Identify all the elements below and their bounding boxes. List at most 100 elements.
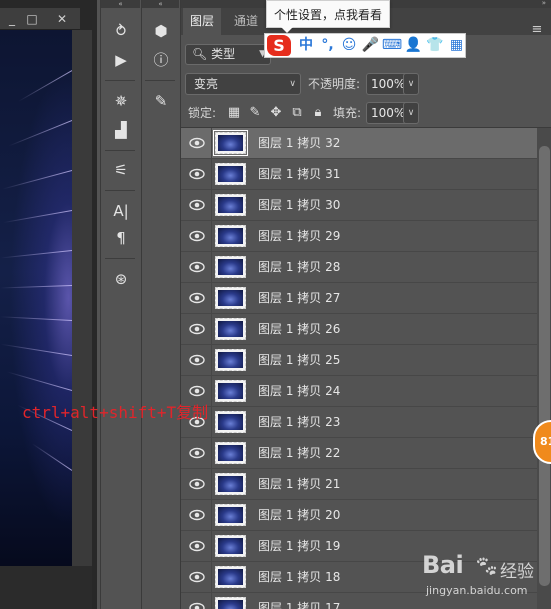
- eye-icon[interactable]: [189, 601, 205, 609]
- fill-dropdown-button[interactable]: ∨: [403, 102, 419, 124]
- eye-icon[interactable]: [189, 136, 205, 150]
- character-icon[interactable]: A|: [105, 198, 137, 224]
- maximize-button[interactable]: □: [24, 11, 40, 27]
- collapse-icon[interactable]: «: [142, 0, 179, 8]
- close-button[interactable]: ✕: [54, 11, 70, 27]
- layer-name[interactable]: 图层 1 拷贝 24: [258, 376, 340, 407]
- layer-filter-select[interactable]: 🔍︎ 类型 ▼: [185, 44, 271, 65]
- layer-name[interactable]: 图层 1 拷贝 29: [258, 221, 340, 252]
- layer-name[interactable]: 图层 1 拷贝 27: [258, 283, 340, 314]
- layer-row[interactable]: 图层 1 拷贝 21: [181, 469, 537, 500]
- layer-list-scrollbar[interactable]: [537, 128, 551, 609]
- toolbox-icon[interactable]: ▦: [446, 34, 468, 57]
- skin-icon[interactable]: 👕: [424, 34, 446, 57]
- eye-icon[interactable]: [189, 260, 205, 274]
- layer-thumbnail[interactable]: [215, 442, 246, 464]
- eye-icon[interactable]: [189, 167, 205, 181]
- layer-row[interactable]: 图层 1 拷贝 32: [181, 128, 537, 159]
- layer-thumbnail[interactable]: [215, 504, 246, 526]
- play-actions-icon[interactable]: ▶: [105, 47, 137, 73]
- layer-thumbnail[interactable]: [215, 349, 246, 371]
- lock-artboard-icon[interactable]: ⧉: [288, 104, 306, 122]
- eye-icon[interactable]: [189, 446, 205, 460]
- tab-layers[interactable]: 图层: [183, 8, 222, 35]
- info-icon[interactable]: ⓘ: [145, 47, 177, 73]
- collapse-icon[interactable]: «: [101, 0, 140, 8]
- layer-thumbnail[interactable]: [215, 163, 246, 185]
- eye-icon[interactable]: [189, 384, 205, 398]
- lock-image-pixels-icon[interactable]: ✎: [246, 104, 264, 122]
- layer-name[interactable]: 图层 1 拷贝 30: [258, 190, 340, 221]
- layer-thumbnail[interactable]: [215, 473, 246, 495]
- layer-thumbnail[interactable]: [215, 566, 246, 588]
- eye-icon[interactable]: [189, 570, 205, 584]
- layer-name[interactable]: 图层 1 拷贝 21: [258, 469, 340, 500]
- layer-name[interactable]: 图层 1 拷贝 17: [258, 593, 340, 609]
- layer-thumbnail[interactable]: [215, 256, 246, 278]
- brush-presets-icon[interactable]: ⊛: [105, 266, 137, 292]
- layer-thumbnail[interactable]: [215, 380, 246, 402]
- history-icon[interactable]: ⥁: [105, 18, 137, 44]
- layer-row[interactable]: 图层 1 拷贝 27: [181, 283, 537, 314]
- layer-name[interactable]: 图层 1 拷贝 20: [258, 500, 340, 531]
- sogou-logo-icon[interactable]: S: [267, 35, 291, 56]
- opacity-dropdown-button[interactable]: ∨: [403, 73, 419, 95]
- eye-icon[interactable]: [189, 508, 205, 522]
- layer-thumbnail[interactable]: [215, 535, 246, 557]
- layer-name[interactable]: 图层 1 拷贝 19: [258, 531, 340, 562]
- paragraph-icon[interactable]: ¶: [105, 225, 137, 251]
- eye-icon[interactable]: [189, 198, 205, 212]
- layer-thumbnail[interactable]: [215, 411, 246, 433]
- scrollbar-thumb[interactable]: [539, 146, 550, 586]
- layer-name[interactable]: 图层 1 拷贝 22: [258, 438, 340, 469]
- tab-channels[interactable]: 通道: [227, 8, 265, 35]
- layer-thumbnail[interactable]: [215, 194, 246, 216]
- layer-name[interactable]: 图层 1 拷贝 28: [258, 252, 340, 283]
- layer-row[interactable]: 图层 1 拷贝 31: [181, 159, 537, 190]
- layer-row[interactable]: 图层 1 拷贝 22: [181, 438, 537, 469]
- keyboard-icon[interactable]: ⌨: [381, 34, 403, 57]
- lock-position-icon[interactable]: ✥: [267, 104, 285, 122]
- blend-mode-select[interactable]: 变亮 ∨: [185, 73, 301, 95]
- lock-transparent-pixels-icon[interactable]: ▦: [225, 104, 243, 122]
- eye-icon[interactable]: [189, 539, 205, 553]
- brush-settings-icon[interactable]: ✎: [145, 88, 177, 114]
- layer-name[interactable]: 图层 1 拷贝 32: [258, 128, 340, 159]
- histogram-icon[interactable]: ▟: [105, 117, 137, 143]
- layer-name[interactable]: 图层 1 拷贝 31: [258, 159, 340, 190]
- layer-row[interactable]: 图层 1 拷贝 29: [181, 221, 537, 252]
- punctuation-icon[interactable]: °,: [317, 34, 339, 57]
- panel-menu-icon[interactable]: ≡: [530, 16, 544, 43]
- eye-icon[interactable]: [189, 291, 205, 305]
- emoji-icon[interactable]: ☺: [338, 34, 360, 57]
- layer-name[interactable]: 图层 1 拷贝 18: [258, 562, 340, 593]
- eye-icon[interactable]: [189, 477, 205, 491]
- layer-thumbnail[interactable]: [215, 597, 246, 609]
- eye-icon[interactable]: [189, 353, 205, 367]
- layer-name[interactable]: 图层 1 拷贝 25: [258, 345, 340, 376]
- layer-name[interactable]: 图层 1 拷贝 23: [258, 407, 340, 438]
- layer-thumbnail[interactable]: [215, 318, 246, 340]
- user-icon[interactable]: 👤: [403, 34, 425, 57]
- layer-row[interactable]: 图层 1 拷贝 23: [181, 407, 537, 438]
- layer-row[interactable]: 图层 1 拷贝 28: [181, 252, 537, 283]
- minimize-button[interactable]: _: [4, 11, 20, 27]
- layer-row[interactable]: 图层 1 拷贝 25: [181, 345, 537, 376]
- layer-row[interactable]: 图层 1 拷贝 24: [181, 376, 537, 407]
- lock-all-icon[interactable]: 🔒︎: [309, 104, 327, 122]
- microphone-icon[interactable]: 🎤: [360, 34, 382, 57]
- canvas-image[interactable]: [0, 30, 72, 566]
- 3d-icon[interactable]: ⬢: [145, 18, 177, 44]
- chinese-mode-icon[interactable]: 中: [295, 34, 317, 57]
- brightness-adjust-icon[interactable]: ✵: [105, 88, 137, 114]
- layer-name[interactable]: 图层 1 拷贝 26: [258, 314, 340, 345]
- eye-icon[interactable]: [189, 322, 205, 336]
- layer-thumbnail[interactable]: [213, 130, 248, 156]
- layer-row[interactable]: 图层 1 拷贝 26: [181, 314, 537, 345]
- adjustments-icon[interactable]: ⚟: [105, 157, 137, 183]
- layer-row[interactable]: 图层 1 拷贝 30: [181, 190, 537, 221]
- layer-thumbnail[interactable]: [215, 287, 246, 309]
- layer-thumbnail[interactable]: [215, 225, 246, 247]
- layer-row[interactable]: 图层 1 拷贝 20: [181, 500, 537, 531]
- eye-icon[interactable]: [189, 229, 205, 243]
